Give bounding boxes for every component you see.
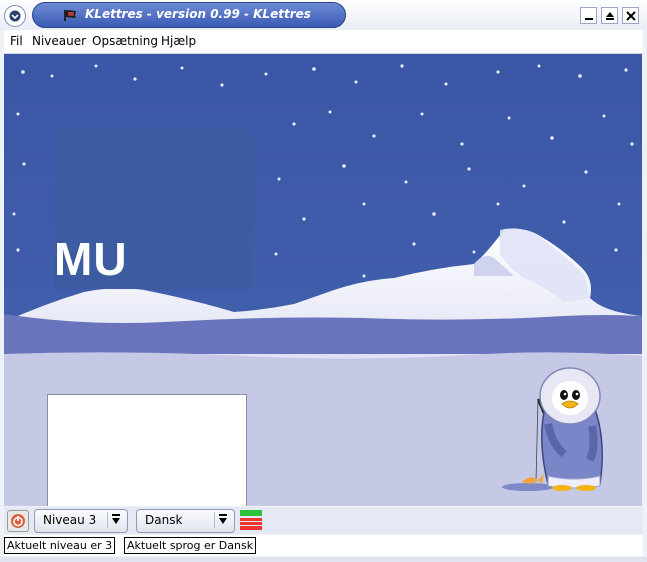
power-icon [11,514,25,528]
window-title: KLettres - version 0.99 - KLettres [85,7,311,21]
minimize-button[interactable] [580,7,597,24]
minimize-icon [584,17,593,20]
status-level: Aktuelt niveau er 3 [4,537,116,554]
title-bar[interactable]: KLettres - version 0.99 - KLettres [0,0,647,30]
dropdown-arrow-icon [107,512,124,528]
status-bar: Aktuelt niveau er 3 Aktuelt sprog er Dan… [4,535,643,556]
penguin-fisher [522,367,603,491]
menu-bar: Fil Niveauer Opsætning Hjælp [4,30,643,54]
difficulty-meter-icon[interactable] [240,510,262,531]
level-select-value: Niveau 3 [43,513,97,527]
maximize-icon [605,11,614,20]
app-window: KLettres - version 0.99 - KLettres Fil N… [0,0,647,562]
menu-niveauer[interactable]: Niveauer [32,34,86,48]
window-bottom-edge [0,557,647,562]
game-scene: MU [4,54,642,506]
menu-fil[interactable]: Fil [10,34,23,48]
dropdown-arrow-icon [214,512,231,528]
language-select-value: Dansk [145,513,183,527]
window-menu-button[interactable] [4,5,26,27]
toolbar: Niveau 3 Dansk [4,507,643,534]
app-flag-icon [64,10,76,21]
chevron-down-icon [9,10,21,22]
maximize-button[interactable] [601,7,618,24]
close-icon [625,10,636,21]
menu-hjaelp[interactable]: Hjælp [161,34,196,48]
menu-opsaetning[interactable]: Opsætning [92,34,158,48]
title-pill: KLettres - version 0.99 - KLettres [32,2,346,28]
current-letters: MU [54,233,128,285]
answer-input[interactable] [47,394,247,506]
close-button[interactable] [622,7,639,24]
language-select[interactable]: Dansk [136,509,235,533]
level-select[interactable]: Niveau 3 [34,509,128,533]
status-language: Aktuelt sprog er Dansk [124,537,257,554]
quit-button[interactable] [7,510,29,532]
